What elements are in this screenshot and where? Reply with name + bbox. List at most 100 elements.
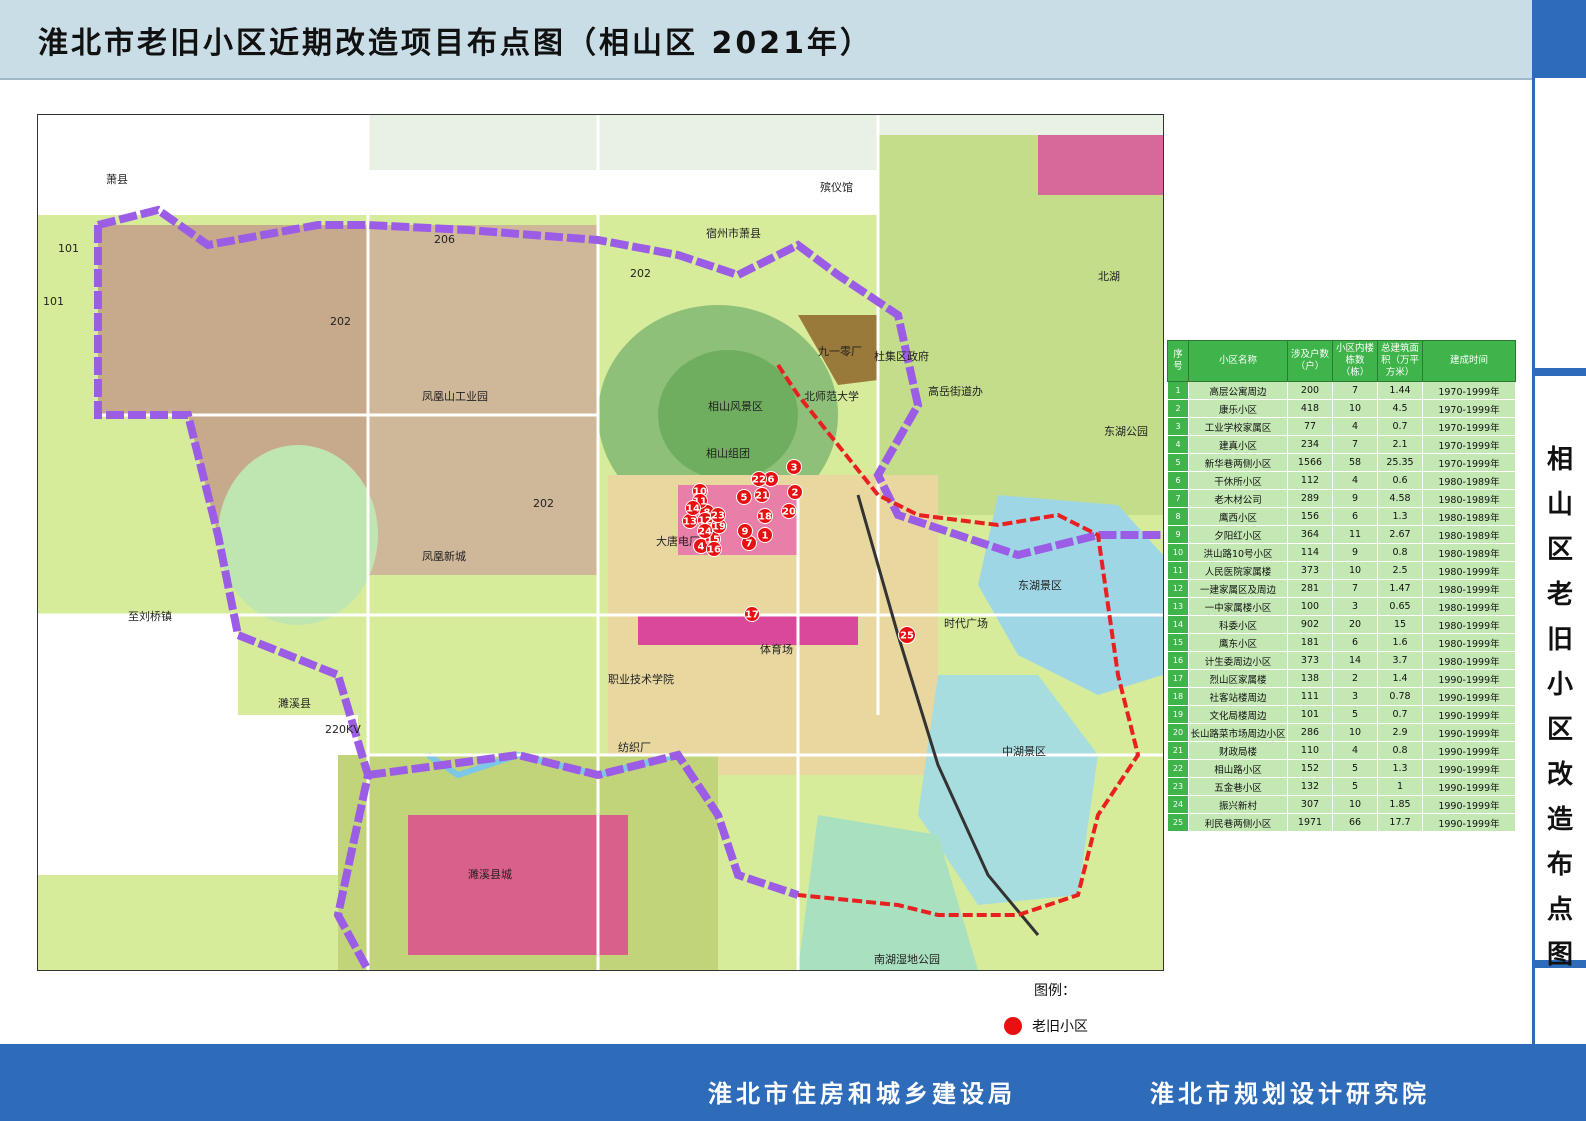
- community-marker[interactable]: 2: [787, 484, 803, 500]
- table-cell: 111: [1287, 687, 1333, 706]
- community-marker[interactable]: 22: [751, 471, 767, 487]
- table-cell: 老木材公司: [1188, 489, 1288, 508]
- table-cell: 6: [1332, 507, 1378, 526]
- community-marker[interactable]: 3: [786, 459, 802, 475]
- place-label: 中湖景区: [1002, 745, 1046, 758]
- table-cell: 418: [1287, 399, 1333, 418]
- table-cell: 3: [1332, 597, 1378, 616]
- side-strip-panel-upper: [1532, 78, 1586, 368]
- table-cell: 财政局楼: [1188, 741, 1288, 760]
- community-marker[interactable]: 9: [737, 523, 753, 539]
- table-cell: 1: [1377, 777, 1423, 796]
- footer-org-right: 淮北市规划设计研究院: [1150, 1080, 1430, 1108]
- svg-text:21: 21: [755, 491, 769, 502]
- table-cell: 25.35: [1377, 453, 1423, 472]
- side-strip-divider: [1532, 368, 1586, 376]
- table-cell: 0.7: [1377, 705, 1423, 724]
- table-row: 16 计生委周边小区 373 14 3.7 1980-1999年: [1167, 651, 1516, 670]
- place-label: 凤凰山工业园: [422, 390, 488, 403]
- place-label: 萧县: [106, 173, 128, 186]
- table-cell: 7: [1332, 381, 1378, 400]
- table-cell: 132: [1287, 777, 1333, 796]
- map-canvas[interactable]: 萧县 宿州市萧县 殡仪馆 九一零厂 北师范大学 相山风景区 相山组团 凤凰山工业…: [37, 114, 1164, 971]
- table-cell: 相山路小区: [1188, 759, 1288, 778]
- table-header: 小区内楼栋数（栋）: [1332, 340, 1378, 382]
- table-header: 总建筑面积（万平方米）: [1377, 340, 1423, 382]
- table-cell: 10: [1332, 723, 1378, 742]
- table-row: 23 五金巷小区 132 5 1 1990-1999年: [1167, 777, 1516, 796]
- place-label: 职业技术学院: [608, 672, 674, 686]
- table-row: 10 洪山路10号小区 114 9 0.8 1980-1989年: [1167, 543, 1516, 562]
- table-cell: 17.7: [1377, 813, 1423, 832]
- community-marker[interactable]: 25: [898, 626, 916, 644]
- table-cell: 洪山路10号小区: [1188, 543, 1288, 562]
- community-marker[interactable]: 1: [757, 527, 773, 543]
- table-cell: 152: [1287, 759, 1333, 778]
- table-cell: 社客站楼周边: [1188, 687, 1288, 706]
- community-marker[interactable]: 17: [744, 606, 760, 622]
- table-cell: 4: [1332, 417, 1378, 436]
- table-cell: 4.58: [1377, 489, 1423, 508]
- community-marker[interactable]: 18: [757, 508, 773, 524]
- table-cell: 1970-1999年: [1422, 435, 1516, 454]
- table-cell: 1990-1999年: [1422, 741, 1516, 760]
- table-header: 建成时间: [1422, 340, 1516, 382]
- community-marker[interactable]: 13: [682, 513, 698, 529]
- table-cell: 利民巷两侧小区: [1188, 813, 1288, 832]
- table-cell: 1566: [1287, 453, 1333, 472]
- table-row: 3 工业学校家属区 77 4 0.7 1970-1999年: [1167, 417, 1516, 436]
- table-header: 涉及户数（户）: [1287, 340, 1333, 382]
- community-marker[interactable]: 21: [754, 487, 770, 503]
- map-svg: 萧县 宿州市萧县 殡仪馆 九一零厂 北师范大学 相山风景区 相山组团 凤凰山工业…: [38, 115, 1163, 970]
- table-cell: 1990-1999年: [1422, 795, 1516, 814]
- table-cell: 5: [1332, 759, 1378, 778]
- community-marker[interactable]: 5: [736, 489, 752, 505]
- table-cell: 13: [1167, 597, 1189, 616]
- svg-text:18: 18: [758, 512, 772, 523]
- table-cell: 9: [1332, 489, 1378, 508]
- table-cell: 2.9: [1377, 723, 1423, 742]
- table-cell: 2.1: [1377, 435, 1423, 454]
- table-cell: 五金巷小区: [1188, 777, 1288, 796]
- community-marker[interactable]: 16: [706, 541, 722, 557]
- table-cell: 1980-1989年: [1422, 507, 1516, 526]
- table-cell: 20: [1167, 723, 1189, 742]
- table-row: 9 夕阳红小区 364 11 2.67 1980-1989年: [1167, 525, 1516, 544]
- table-cell: 1970-1999年: [1422, 417, 1516, 436]
- table-cell: 1990-1999年: [1422, 759, 1516, 778]
- table-cell: 1980-1989年: [1422, 489, 1516, 508]
- table-cell: 10: [1167, 543, 1189, 562]
- table-cell: 3: [1167, 417, 1189, 436]
- table-cell: 19: [1167, 705, 1189, 724]
- table-cell: 干休所小区: [1188, 471, 1288, 490]
- table-cell: 281: [1287, 579, 1333, 598]
- table-row: 18 社客站楼周边 111 3 0.78 1990-1999年: [1167, 687, 1516, 706]
- table-cell: 鹰西小区: [1188, 507, 1288, 526]
- table-cell: 一建家属区及周边: [1188, 579, 1288, 598]
- community-marker[interactable]: 23: [710, 507, 726, 523]
- svg-text:24: 24: [698, 527, 712, 538]
- place-label: 纺织厂: [618, 740, 651, 754]
- table-cell: 101: [1287, 705, 1333, 724]
- table-row: 15 鹰东小区 181 6 1.6 1980-1999年: [1167, 633, 1516, 652]
- table-cell: 7: [1167, 489, 1189, 508]
- table-cell: 1.4: [1377, 669, 1423, 688]
- title-bar: 淮北市老旧小区近期改造项目布点图（相山区 2021年）: [0, 0, 1532, 80]
- place-label: 南湖湿地公园: [874, 953, 940, 966]
- svg-text:6: 6: [768, 475, 775, 486]
- table-row: 8 鹰西小区 156 6 1.3 1980-1989年: [1167, 507, 1516, 526]
- community-marker[interactable]: 14: [685, 500, 701, 516]
- table-cell: 工业学校家属区: [1188, 417, 1288, 436]
- table-cell: 1980-1999年: [1422, 579, 1516, 598]
- svg-text:9: 9: [742, 527, 749, 538]
- table-cell: 373: [1287, 651, 1333, 670]
- table-row: 17 烈山区家属楼 138 2 1.4 1990-1999年: [1167, 669, 1516, 688]
- table-cell: 1970-1999年: [1422, 453, 1516, 472]
- community-marker[interactable]: 20: [781, 503, 797, 519]
- table-cell: 234: [1287, 435, 1333, 454]
- community-marker[interactable]: 24: [697, 523, 713, 539]
- table-cell: 夕阳红小区: [1188, 525, 1288, 544]
- table-cell: 建真小区: [1188, 435, 1288, 454]
- table-row: 4 建真小区 234 7 2.1 1970-1999年: [1167, 435, 1516, 454]
- table-cell: 0.65: [1377, 597, 1423, 616]
